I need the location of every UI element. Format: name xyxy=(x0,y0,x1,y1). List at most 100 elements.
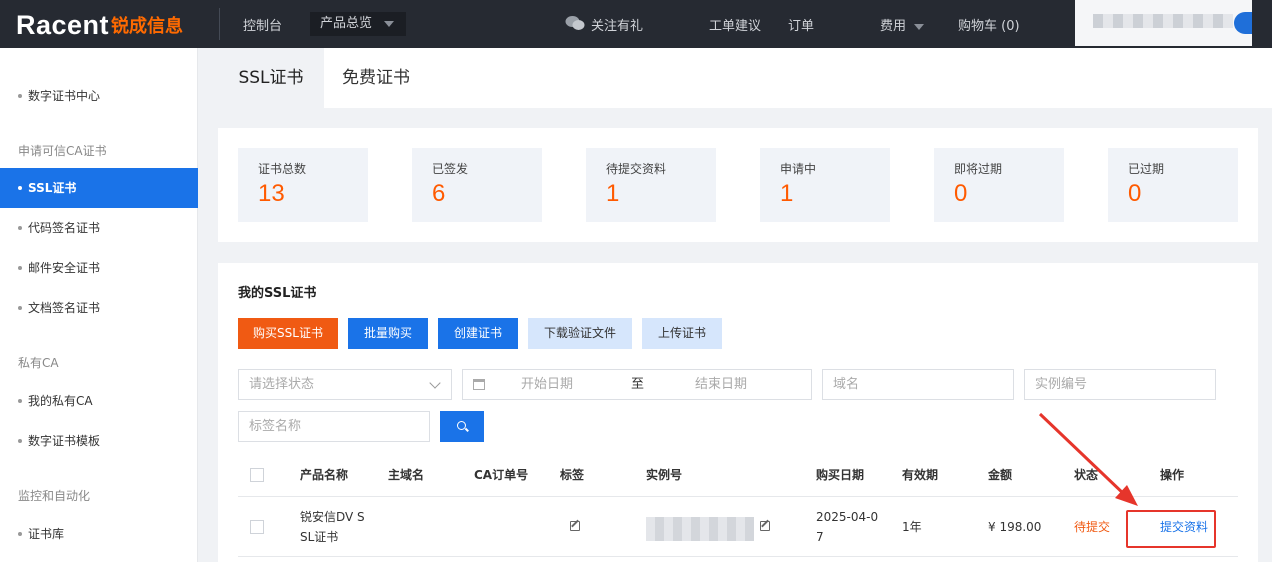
sidebar-item-label: 证书库 xyxy=(28,527,65,541)
nav-fees-label: 费用 xyxy=(880,19,907,34)
section-title: 我的SSL证书 xyxy=(238,286,317,301)
cell-product-line1: 锐安信DV S xyxy=(300,510,365,524)
stat-expired[interactable]: 已过期 0 xyxy=(1108,148,1238,222)
sidebar-item-my-private-ca[interactable]: 我的私有CA xyxy=(0,381,198,421)
col-tag: 标签 xyxy=(560,468,585,482)
nav-console[interactable]: 控制台 xyxy=(243,15,282,34)
cell-date: 2025-04-0 7 xyxy=(816,507,878,547)
download-verify-file-button[interactable]: 下载验证文件 xyxy=(528,318,632,349)
nav-ticket[interactable]: 工单建议 xyxy=(709,15,761,34)
stat-value: 1 xyxy=(780,180,794,207)
tag-name-input[interactable]: 标签名称 xyxy=(238,411,430,442)
stat-total[interactable]: 证书总数 13 xyxy=(238,148,368,222)
wechat-icon xyxy=(565,16,585,30)
product-overview-label: 产品总览 xyxy=(320,16,373,31)
sidebar-item-cert-center[interactable]: 数字证书中心 xyxy=(0,76,198,116)
logo-text-cn: 锐成信息 xyxy=(111,16,184,37)
cell-validity: 1年 xyxy=(902,520,922,534)
stats-panel: 证书总数 13 已签发 6 待提交资料 1 申请中 1 即将过期 0 已过期 0 xyxy=(218,128,1258,242)
table-header: 产品名称 主域名 CA订单号 标签 实例号 购买日期 有效期 金额 状态 操作 xyxy=(238,453,1238,497)
col-instance: 实例号 xyxy=(646,468,683,482)
stat-value: 0 xyxy=(1128,180,1142,207)
bullet-icon xyxy=(18,532,22,536)
tab-ssl[interactable]: SSL证书 xyxy=(218,48,324,108)
sidebar-item-code-signing[interactable]: 代码签名证书 xyxy=(0,208,198,248)
stat-value: 1 xyxy=(606,180,620,207)
stat-label: 申请中 xyxy=(780,162,817,176)
stat-applying[interactable]: 申请中 1 xyxy=(760,148,890,222)
nav-cart[interactable]: 购物车 (0) xyxy=(958,15,1020,34)
col-action: 操作 xyxy=(1160,468,1185,482)
buy-ssl-button[interactable]: 购买SSL证书 xyxy=(238,318,338,349)
stat-value: 6 xyxy=(432,180,446,207)
upload-cert-button[interactable]: 上传证书 xyxy=(642,318,722,349)
annotation-highlight-box xyxy=(1126,510,1216,548)
sidebar-item-label: 文档签名证书 xyxy=(28,301,101,315)
domain-input[interactable]: 域名 xyxy=(822,369,1014,400)
tab-free[interactable]: 免费证书 xyxy=(342,48,410,108)
bullet-icon xyxy=(18,306,22,310)
date-range-picker[interactable]: 开始日期 至 结束日期 xyxy=(462,369,812,400)
instance-id-input[interactable]: 实例编号 xyxy=(1024,369,1216,400)
table-row: 锐安信DV S SL证书 2025-04-0 7 1年 ¥ 198.00 待提交… xyxy=(238,497,1238,557)
cell-date-line1: 2025-04-0 xyxy=(816,510,879,524)
sidebar-item-label: 代码签名证书 xyxy=(28,221,101,235)
start-date-input[interactable]: 开始日期 xyxy=(521,370,573,399)
redacted-instance-id xyxy=(646,517,754,541)
end-date-input[interactable]: 结束日期 xyxy=(695,370,747,399)
sidebar-item-cert-template[interactable]: 数字证书模板 xyxy=(0,421,198,461)
edit-tag-icon[interactable] xyxy=(570,521,580,531)
col-validity: 有效期 xyxy=(902,468,939,482)
search-button[interactable] xyxy=(440,411,484,442)
cell-date-line2: 7 xyxy=(816,530,824,544)
stat-value: 13 xyxy=(258,180,285,207)
cell-amount: ¥ 198.00 xyxy=(988,520,1042,534)
status-badge: 待提交 xyxy=(1074,520,1111,534)
brand-logo[interactable]: Racent 锐成信息 xyxy=(16,10,183,40)
chevron-down-icon xyxy=(914,23,925,30)
create-cert-button[interactable]: 创建证书 xyxy=(438,318,518,349)
stat-value: 0 xyxy=(954,180,968,207)
bullet-icon xyxy=(18,399,22,403)
bulk-buy-button[interactable]: 批量购买 xyxy=(348,318,428,349)
user-account-area[interactable] xyxy=(1075,0,1252,46)
ssl-list-panel: 我的SSL证书 购买SSL证书 批量购买 创建证书 下载验证文件 上传证书 请选… xyxy=(218,263,1258,562)
avatar[interactable] xyxy=(1234,12,1252,34)
sidebar-item-label: 数字证书中心 xyxy=(28,89,101,103)
stat-issued[interactable]: 已签发 6 xyxy=(412,148,542,222)
top-navbar: Racent 锐成信息 控制台 产品总览 关注有礼 工单建议 订单 费用 购物车… xyxy=(0,0,1272,48)
edit-instance-icon[interactable] xyxy=(760,521,770,531)
product-overview-dropdown[interactable]: 产品总览 xyxy=(310,12,406,36)
stat-label: 待提交资料 xyxy=(606,162,667,176)
col-domain: 主域名 xyxy=(388,468,425,482)
nav-fees[interactable]: 费用 xyxy=(880,15,925,34)
row-checkbox[interactable] xyxy=(250,520,264,534)
bullet-icon xyxy=(18,186,22,190)
sidebar: 数字证书中心 申请可信CA证书 SSL证书 代码签名证书 邮件安全证书 文档签名… xyxy=(0,48,198,562)
nav-follow-gift[interactable]: 关注有礼 xyxy=(591,15,643,34)
sidebar-item-label: SSL证书 xyxy=(28,181,77,195)
col-amount: 金额 xyxy=(988,468,1013,482)
sidebar-item-email[interactable]: 邮件安全证书 xyxy=(0,248,198,288)
redacted-username xyxy=(1093,14,1233,28)
col-date: 购买日期 xyxy=(816,468,865,482)
cell-product: 锐安信DV S SL证书 xyxy=(300,507,365,547)
bullet-icon xyxy=(18,266,22,270)
sidebar-item-doc-signing[interactable]: 文档签名证书 xyxy=(0,288,198,328)
navbar-divider xyxy=(219,8,220,40)
sidebar-group-ca: 申请可信CA证书 xyxy=(18,144,107,158)
select-all-checkbox[interactable] xyxy=(250,468,264,482)
chevron-down-icon xyxy=(429,377,441,389)
status-select[interactable]: 请选择状态 xyxy=(238,369,452,400)
nav-orders[interactable]: 订单 xyxy=(788,15,814,34)
calendar-icon xyxy=(473,379,485,390)
bullet-icon xyxy=(18,439,22,443)
sidebar-item-cert-library[interactable]: 证书库 xyxy=(0,514,198,554)
stat-pending-docs[interactable]: 待提交资料 1 xyxy=(586,148,716,222)
sidebar-item-ssl[interactable]: SSL证书 xyxy=(0,168,198,208)
col-ca-order: CA订单号 xyxy=(474,468,529,482)
logo-text-en: Racent xyxy=(16,9,110,40)
stat-expiring[interactable]: 即将过期 0 xyxy=(934,148,1064,222)
sidebar-item-label: 我的私有CA xyxy=(28,394,93,408)
col-status: 状态 xyxy=(1074,468,1099,482)
